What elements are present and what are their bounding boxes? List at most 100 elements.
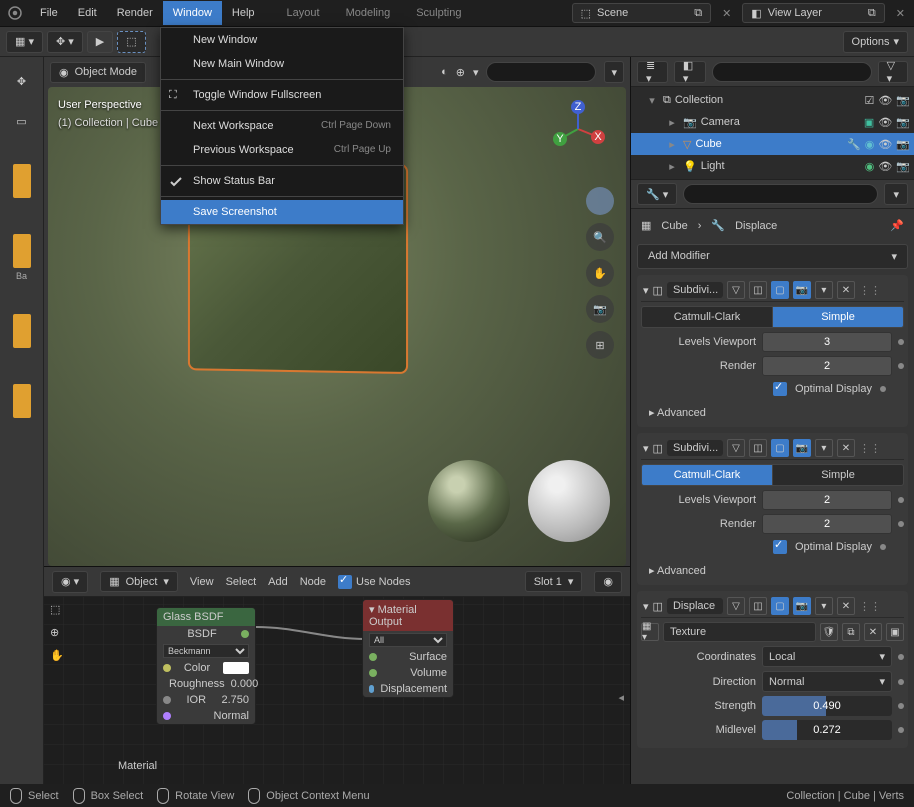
- node-menu-node[interactable]: Node: [300, 576, 326, 588]
- texture-browse-icon[interactable]: ▦ ▾: [641, 623, 659, 641]
- copy-icon[interactable]: ⧉: [842, 623, 860, 641]
- cage-toggle-icon[interactable]: ◫: [749, 281, 767, 299]
- drag-handle-icon[interactable]: ⋮⋮: [859, 284, 881, 297]
- viewlayer-close-icon[interactable]: ✕: [893, 7, 908, 20]
- collapse-icon[interactable]: ▾: [643, 600, 649, 613]
- levels-render-field[interactable]: 2: [762, 356, 892, 376]
- midlevel-slider[interactable]: 0.272: [762, 720, 892, 740]
- menu-render[interactable]: Render: [107, 1, 163, 25]
- properties-search[interactable]: [683, 184, 878, 204]
- outliner-type-icon[interactable]: ≣ ▾: [637, 61, 668, 83]
- tab-modeling[interactable]: Modeling: [334, 0, 403, 27]
- delete-icon[interactable]: ✕: [837, 597, 855, 615]
- levels-render-field[interactable]: 2: [762, 514, 892, 534]
- mode-selector[interactable]: ◉ Object Mode: [50, 62, 146, 83]
- outliner-row-collection[interactable]: ▾⧉Collection ☑👁📷: [631, 89, 914, 111]
- render-toggle-icon[interactable]: 📷: [793, 439, 811, 457]
- cursor-tool-icon[interactable]: ⬚: [50, 603, 64, 616]
- thumb-b[interactable]: [4, 233, 40, 269]
- show-texture-icon[interactable]: ▣: [886, 623, 904, 641]
- texture-name-field[interactable]: Texture: [663, 622, 816, 642]
- modifier-name[interactable]: Subdivi...: [667, 282, 723, 298]
- overlay-icon[interactable]: ⊕: [456, 66, 465, 79]
- grid-icon[interactable]: ⊞: [586, 331, 614, 359]
- advanced-toggle[interactable]: ▸ Advanced: [641, 560, 904, 581]
- outliner-row-cube[interactable]: ▸▽Cube 🔧 ◉ 👁📷: [631, 133, 914, 155]
- camera-icon[interactable]: 📷: [896, 94, 910, 107]
- optimal-display-checkbox[interactable]: [773, 382, 787, 396]
- display-mode-icon[interactable]: ◧ ▾: [674, 61, 706, 83]
- use-nodes-checkbox[interactable]: Use Nodes: [338, 575, 410, 589]
- dropdown-icon[interactable]: ▾: [815, 281, 833, 299]
- render-toggle-icon[interactable]: 📷: [793, 597, 811, 615]
- realtime-toggle-icon[interactable]: ▢: [771, 597, 789, 615]
- dd-toggle-fullscreen[interactable]: ⛶Toggle Window Fullscreen: [161, 83, 403, 107]
- header-search[interactable]: [486, 62, 596, 82]
- camera-icon[interactable]: 📷: [896, 138, 910, 151]
- editor-type-icon[interactable]: ▦ ▾: [6, 31, 43, 53]
- node-canvas[interactable]: ⬚ ⊕ ✋ Glass BSDF BSDF Beckmann Color Rou…: [44, 597, 630, 784]
- node-menu-add[interactable]: Add: [268, 576, 288, 588]
- camera-icon[interactable]: 📷: [896, 160, 910, 173]
- node-editor-type-icon[interactable]: ◉ ▾: [52, 571, 88, 593]
- advanced-toggle[interactable]: ▸ Advanced: [641, 402, 904, 423]
- dd-prev-workspace[interactable]: Previous WorkspaceCtrl Page Up: [161, 138, 403, 162]
- viewlayer-selector[interactable]: ◧ View Layer ⧉: [742, 3, 884, 23]
- eye-icon[interactable]: 👁: [878, 116, 892, 129]
- outliner-row-light[interactable]: ▸💡Light ◉ 👁📷: [631, 155, 914, 177]
- outliner-search[interactable]: [712, 62, 872, 82]
- menu-help[interactable]: Help: [222, 1, 265, 25]
- node-menu-select[interactable]: Select: [226, 576, 257, 588]
- filter-icon[interactable]: ▽ ▾: [878, 61, 908, 83]
- select-box-icon[interactable]: ⬚: [117, 31, 145, 53]
- simple-button[interactable]: Simple: [773, 464, 904, 486]
- levels-viewport-field[interactable]: 3: [762, 332, 892, 352]
- camera-icon[interactable]: 📷: [586, 295, 614, 323]
- thumb-c[interactable]: [4, 313, 40, 349]
- tab-layout[interactable]: Layout: [275, 0, 332, 27]
- dd-next-workspace[interactable]: Next WorkspaceCtrl Page Down: [161, 114, 403, 138]
- checkbox-icon[interactable]: ☑: [864, 94, 874, 107]
- node-object-selector[interactable]: ▦Object▾: [100, 571, 178, 592]
- collapse-icon[interactable]: ▾: [643, 442, 649, 455]
- select-tool-icon[interactable]: ▭: [4, 103, 40, 139]
- eye-icon[interactable]: 👁: [878, 94, 892, 107]
- realtime-toggle-icon[interactable]: ▢: [771, 281, 789, 299]
- node-menu-view[interactable]: View: [190, 576, 214, 588]
- render-toggle-icon[interactable]: 📷: [793, 281, 811, 299]
- node-material-output[interactable]: ▾ Material Output All Surface Volume Dis…: [362, 599, 454, 698]
- cursor-tool-icon[interactable]: ✥: [4, 63, 40, 99]
- dd-new-window[interactable]: New Window: [161, 28, 403, 52]
- nav-gizmo[interactable]: X Y Z: [548, 99, 608, 159]
- overlay-icon[interactable]: ▾: [473, 66, 479, 79]
- eye-icon[interactable]: 👁: [878, 138, 892, 151]
- material-icon[interactable]: ◉: [594, 571, 622, 593]
- strength-slider[interactable]: 0.490: [762, 696, 892, 716]
- menu-window[interactable]: Window: [163, 1, 222, 25]
- cage-toggle-icon[interactable]: ◫: [749, 597, 767, 615]
- cage-toggle-icon[interactable]: ◫: [749, 439, 767, 457]
- tab-sculpting[interactable]: Sculpting: [404, 0, 473, 27]
- delete-icon[interactable]: ✕: [837, 439, 855, 457]
- tool-cursor-icon[interactable]: ✥ ▾: [47, 31, 83, 53]
- pin-icon[interactable]: 📌: [890, 219, 904, 232]
- thumb-d[interactable]: [4, 383, 40, 419]
- outliner-row-camera[interactable]: ▸📷Camera ▣ 👁📷: [631, 111, 914, 133]
- overlay-icon[interactable]: ◐: [441, 66, 448, 78]
- camera-icon[interactable]: 📷: [896, 116, 910, 129]
- modifier-name[interactable]: Subdivi...: [667, 440, 723, 456]
- add-node-icon[interactable]: ⊕: [50, 626, 64, 639]
- dd-new-main-window[interactable]: New Main Window: [161, 52, 403, 76]
- drag-handle-icon[interactable]: ⋮⋮: [859, 442, 881, 455]
- eye-icon[interactable]: 👁: [878, 160, 892, 173]
- dd-show-status-bar[interactable]: Show Status Bar: [161, 169, 403, 193]
- dropdown-icon[interactable]: ▾: [815, 597, 833, 615]
- realtime-toggle-icon[interactable]: ▢: [771, 439, 789, 457]
- unlink-icon[interactable]: ✕: [864, 623, 882, 641]
- catmull-clark-button[interactable]: Catmull-Clark: [641, 306, 773, 328]
- properties-type-icon[interactable]: 🔧 ▾: [637, 183, 677, 205]
- modifier-name[interactable]: Displace: [667, 598, 723, 614]
- edit-mode-toggle-icon[interactable]: ▽: [727, 281, 745, 299]
- zoom-icon[interactable]: 🔍: [586, 223, 614, 251]
- coordinates-select[interactable]: Local▾: [762, 646, 892, 667]
